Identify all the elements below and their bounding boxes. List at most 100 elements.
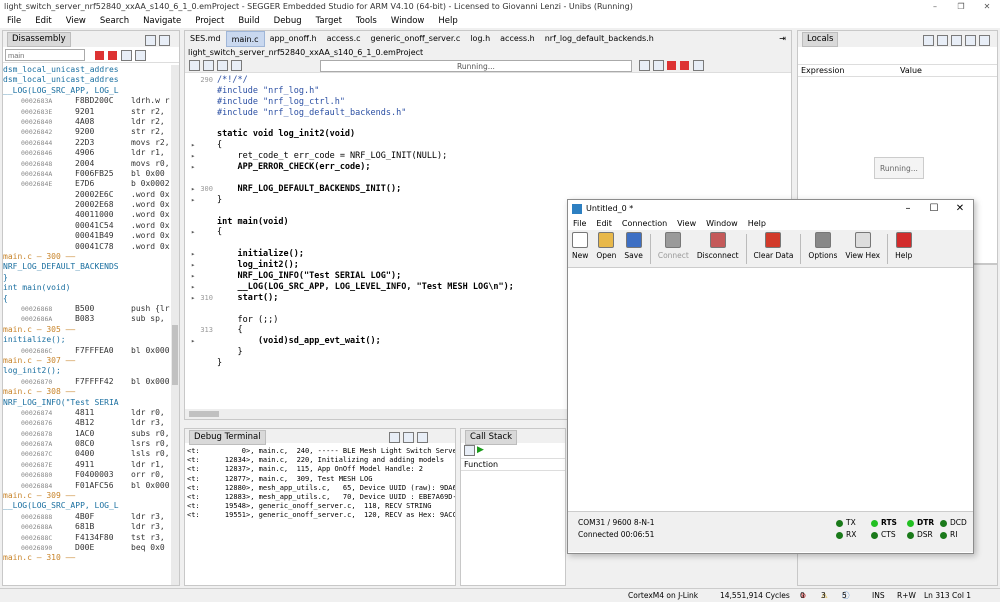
source-line[interactable]: dsm_local_unicast_addres [3, 75, 173, 85]
menu-file[interactable]: File [0, 14, 28, 28]
tab-ses-md[interactable]: SES.md [185, 31, 226, 47]
disassembly-instruction[interactable]: 20002E68 .word 0x [3, 200, 173, 210]
disassembly-listing[interactable]: dsm_local_unicast_addres dsm_local_unicas… [3, 65, 173, 585]
disassembly-instruction[interactable]: 0002684E E7D6 b 0x0002 [3, 179, 173, 189]
close-panel-icon[interactable] [159, 35, 170, 46]
menu-view[interactable]: View [59, 14, 93, 28]
menu-tools[interactable]: Tools [349, 14, 384, 28]
disassembly-instruction[interactable]: 00041B49 .word 0x [3, 231, 173, 241]
breakpoint-gutter-icon[interactable]: ▸ [191, 227, 195, 238]
disassembly-instruction[interactable]: 00026848 2004 movs r0, [3, 159, 173, 169]
pause-icon[interactable] [95, 51, 104, 60]
break-icon[interactable] [667, 61, 676, 70]
tab-access-c[interactable]: access.c [322, 31, 366, 47]
step-icon[interactable] [121, 50, 132, 61]
breakpoint-gutter-icon[interactable]: ▸ [191, 140, 195, 151]
reset-icon[interactable] [693, 60, 704, 71]
source-marker[interactable]: main.c — 300 —— [3, 252, 173, 262]
disassembly-instruction[interactable]: 40011000 .word 0x [3, 210, 173, 220]
disassembly-scrollbar[interactable] [171, 65, 179, 585]
new-button[interactable]: New [568, 231, 592, 267]
step-into-icon[interactable] [653, 60, 664, 71]
serial-menu-connection[interactable]: Connection [617, 218, 672, 230]
code-line[interactable]: ▸ ret_code_t err_code = NRF_LOG_INIT(NUL… [185, 151, 791, 162]
disassembly-instruction[interactable]: 00026874 4811 ldr r0, [3, 408, 173, 418]
breakpoint-gutter-icon[interactable]: ▸ [191, 260, 195, 271]
hscroll-thumb[interactable] [189, 411, 219, 417]
stop-debug-icon[interactable] [680, 61, 689, 70]
pin-icon[interactable] [417, 432, 428, 443]
disassembly-instruction[interactable]: 0002687C 0400 lsls r0, [3, 449, 173, 459]
tab-generic-onoff-server-c[interactable]: generic_onoff_server.c [366, 31, 466, 47]
source-line[interactable]: dsm_local_unicast_addres [3, 65, 173, 75]
disassembly-instruction[interactable]: 00026884 F01AFC56 bl 0x000 [3, 481, 173, 491]
menu-help[interactable]: Help [431, 14, 464, 28]
disassembly-instruction[interactable]: 20002E6C .word 0x [3, 190, 173, 200]
step-over-icon[interactable] [639, 60, 650, 71]
debug-terminal-title[interactable]: Debug Terminal [189, 430, 266, 445]
serial-minimize-button[interactable]: – [895, 200, 921, 218]
save-icon[interactable] [203, 60, 214, 71]
disassembly-instruction[interactable]: 00026868 B500 push {lr [3, 304, 173, 314]
play-icon[interactable]: ▶ [477, 445, 484, 455]
menu-target[interactable]: Target [309, 14, 349, 28]
expression-column-header[interactable]: Expression [801, 65, 844, 77]
tab-overflow-icon[interactable]: ⇥ [774, 31, 791, 47]
disassembly-instruction[interactable]: 0002686A B083 sub sp, [3, 314, 173, 324]
breakpoint-gutter-icon[interactable]: ▸ [191, 195, 195, 206]
disassembly-search-input[interactable] [5, 49, 85, 61]
serial-menu-edit[interactable]: Edit [591, 218, 617, 230]
tab-main-c[interactable]: main.c [225, 31, 265, 47]
disassembly-instruction[interactable]: 0002683A F8BD200C ldrh.w r [3, 96, 173, 106]
source-marker[interactable]: main.c — 308 —— [3, 387, 173, 397]
disassembly-instruction[interactable]: 0002686C F7FFFEA0 bl 0x000 [3, 346, 173, 356]
code-line[interactable]: #include "nrf_log.h" [185, 86, 791, 97]
function-column-header[interactable]: Function [461, 459, 565, 471]
breakpoint-gutter-icon[interactable]: ▸ [191, 282, 195, 293]
code-line[interactable]: #include "nrf_log_default_backends.h" [185, 108, 791, 119]
code-line[interactable]: ▸{ [185, 140, 791, 151]
disassembly-instruction[interactable]: 0002687E 4911 ldr r1, [3, 460, 173, 470]
view-hex-button[interactable]: View Hex [841, 231, 884, 267]
locals-title[interactable]: Locals [802, 32, 839, 47]
breakpoint-gutter-icon[interactable]: ▸ [191, 249, 195, 260]
menu-edit[interactable]: Edit [28, 14, 58, 28]
tab-app-onoff-h[interactable]: app_onoff.h [265, 31, 322, 47]
source-line[interactable]: NRF_LOG_INFO("Test SERIA [3, 398, 173, 408]
terminal-output[interactable]: <t: 0>, main.c, 240, ----- BLE Mesh Ligh… [185, 443, 455, 521]
bookmark-icon[interactable] [217, 60, 228, 71]
disassembly-instruction[interactable]: 00026880 F0400003 orr r0, [3, 470, 173, 480]
disassembly-instruction[interactable]: 0002687A 08C0 lsrs r0, [3, 439, 173, 449]
code-line[interactable]: #include "nrf_log_ctrl.h" [185, 97, 791, 108]
disassembly-instruction[interactable]: 00026876 4B12 ldr r3, [3, 418, 173, 428]
panel-icon-2[interactable] [937, 35, 948, 46]
panel-icon-4[interactable] [965, 35, 976, 46]
source-line[interactable]: { [3, 294, 173, 304]
disassembly-instruction[interactable]: 00026840 4A08 ldr r2, [3, 117, 173, 127]
disconnect-button[interactable]: Disconnect [693, 231, 743, 267]
serial-menu-window[interactable]: Window [701, 218, 743, 230]
menu-project[interactable]: Project [188, 14, 231, 28]
disassembly-instruction[interactable]: 00026888 4B0F ldr r3, [3, 512, 173, 522]
disassembly-instruction[interactable]: 00041C78 .word 0x [3, 242, 173, 252]
source-marker[interactable]: main.c — 310 —— [3, 553, 173, 563]
source-line[interactable]: } [3, 273, 173, 283]
code-line[interactable] [185, 119, 791, 130]
menu-build[interactable]: Build [231, 14, 266, 28]
scroll-thumb[interactable] [172, 325, 178, 385]
run-state-box[interactable]: Running... [320, 60, 632, 72]
menu-debug[interactable]: Debug [267, 14, 309, 28]
code-line[interactable]: ▸ 300 NRF_LOG_DEFAULT_BACKENDS_INIT(); [185, 184, 791, 195]
tab-access-h[interactable]: access.h [495, 31, 540, 47]
tab-log-h[interactable]: log.h [465, 31, 495, 47]
code-line[interactable]: ▸ APP_ERROR_CHECK(err_code); [185, 162, 791, 173]
serial-menu-file[interactable]: File [568, 218, 591, 230]
help-button[interactable]: Help [891, 231, 916, 267]
options-button[interactable]: Options [804, 231, 841, 267]
code-line[interactable] [185, 173, 791, 184]
serial-close-button[interactable]: ✕ [947, 200, 973, 218]
find-icon[interactable] [231, 60, 242, 71]
restore-button[interactable]: ❐ [948, 0, 974, 14]
disassembly-instruction[interactable]: 00041C54 .word 0x [3, 221, 173, 231]
breakpoint-gutter-icon[interactable]: ▸ [191, 336, 195, 347]
